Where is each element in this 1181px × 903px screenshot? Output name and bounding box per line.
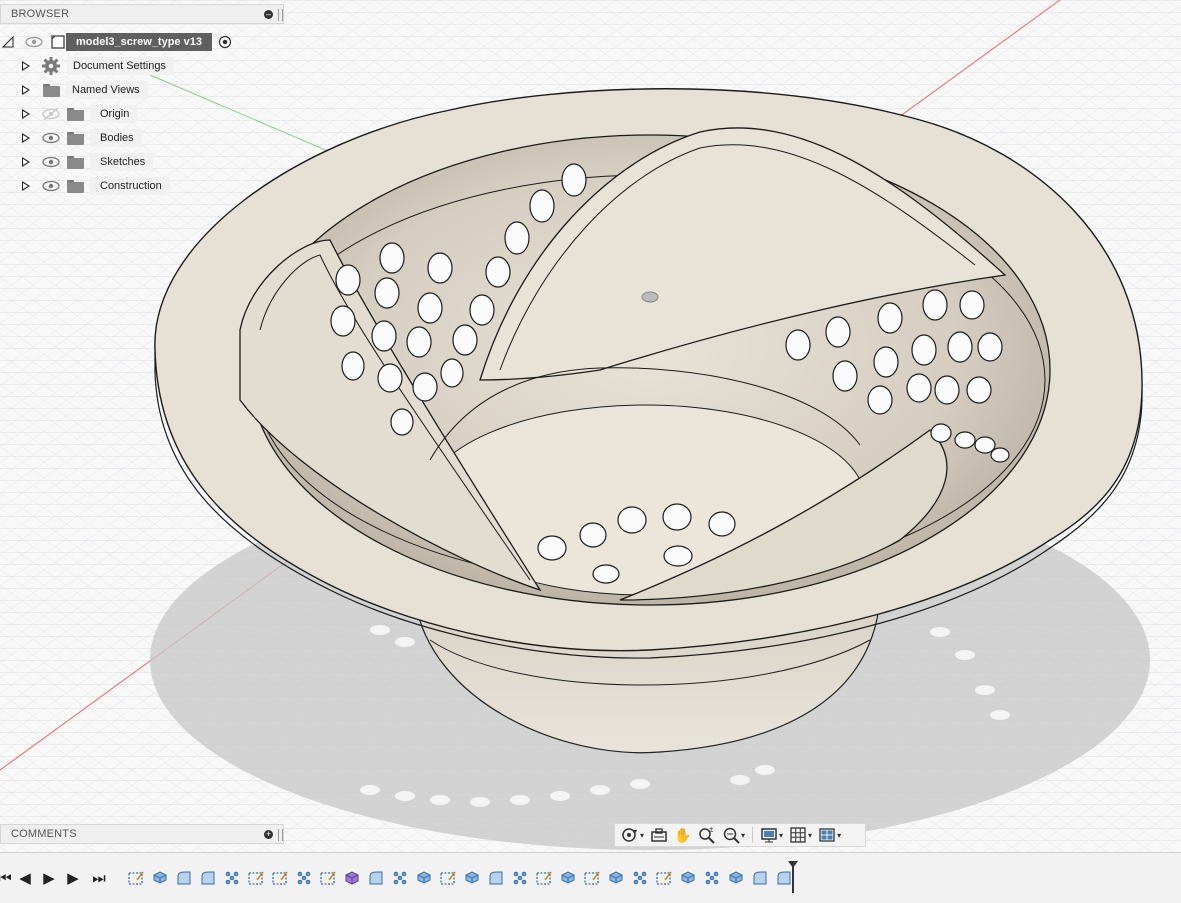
tree-item-label: Named Views (66, 81, 148, 99)
fit-icon[interactable] (720, 826, 742, 844)
go-to-start-icon[interactable]: ⏮ (0, 870, 14, 888)
folder-icon (67, 179, 84, 193)
sketch-feature-icon[interactable] (584, 870, 600, 886)
zoom-icon[interactable]: ± (696, 826, 718, 844)
sketch-feature-icon[interactable] (320, 870, 336, 886)
sketch-feature-icon[interactable] (536, 870, 552, 886)
pattern-feature-icon[interactable] (392, 870, 408, 886)
expand-triangle-icon[interactable] (22, 61, 30, 71)
eye-icon[interactable] (41, 179, 61, 193)
extrude-feature-icon[interactable] (728, 870, 744, 886)
origin-marker[interactable] (641, 291, 659, 303)
viewports-icon[interactable] (816, 826, 838, 844)
svg-text:±: ± (709, 826, 714, 834)
panel-grip-icon[interactable] (278, 829, 283, 841)
tree-item-sketches[interactable]: Sketches (22, 152, 154, 172)
fillet-feature-icon[interactable] (368, 870, 384, 886)
extrude-feature-icon[interactable] (464, 870, 480, 886)
fillet-feature-icon[interactable] (176, 870, 192, 886)
sketch-feature-icon[interactable] (440, 870, 456, 886)
tree-item-label: Document Settings (67, 57, 174, 75)
sketch-feature-icon[interactable] (656, 870, 672, 886)
toolbar-divider (752, 827, 754, 843)
expand-triangle-icon[interactable] (22, 85, 30, 95)
comments-panel-header[interactable]: COMMENTS + (0, 824, 284, 844)
sketch-feature-icon[interactable] (248, 870, 264, 886)
chevron-down-icon[interactable]: ▾ (808, 831, 812, 840)
folder-icon (43, 83, 60, 97)
box-feature-icon[interactable] (344, 870, 360, 886)
model-canvas[interactable] (0, 0, 1181, 852)
pattern-feature-icon[interactable] (296, 870, 312, 886)
sketch-feature-icon[interactable] (128, 870, 144, 886)
look-at-icon[interactable] (648, 826, 670, 844)
display-settings-icon[interactable] (758, 826, 780, 844)
go-to-end-icon[interactable]: ⏭ (90, 870, 108, 888)
folder-icon (67, 107, 84, 121)
eye-icon[interactable] (24, 36, 44, 48)
chevron-down-icon[interactable]: ▾ (779, 831, 783, 840)
tree-item-label: Origin (90, 105, 138, 123)
navigation-toolbar: ▾ ✋ ± ▾ ▾ ▾ ▾ (614, 823, 866, 847)
grid-settings-icon[interactable] (787, 826, 809, 844)
gear-icon (42, 57, 60, 75)
chevron-down-icon[interactable]: ▾ (640, 831, 644, 840)
tree-item-construction[interactable]: Construction (22, 176, 170, 196)
root-component-label[interactable]: model3_screw_type v13 (66, 33, 212, 51)
step-back-icon[interactable]: ◀ (16, 870, 34, 888)
folder-icon (67, 131, 84, 145)
fillet-feature-icon[interactable] (752, 870, 768, 886)
tree-item-label: Sketches (90, 153, 154, 171)
tree-item-bodies[interactable]: Bodies (22, 128, 142, 148)
eye-icon[interactable] (41, 155, 61, 169)
pan-icon[interactable]: ✋ (672, 826, 694, 844)
extrude-feature-icon[interactable] (680, 870, 696, 886)
browser-panel-header[interactable]: BROWSER – (0, 4, 284, 24)
fillet-feature-icon[interactable] (200, 870, 216, 886)
tree-item-named-views[interactable]: Named Views (22, 80, 148, 100)
expand-triangle-icon[interactable] (22, 181, 30, 191)
collapse-triangle-icon[interactable] (2, 36, 14, 48)
orbit-icon[interactable] (619, 826, 641, 844)
tree-item-document-settings[interactable]: Document Settings (22, 56, 174, 76)
chevron-down-icon[interactable]: ▾ (837, 831, 841, 840)
pattern-feature-icon[interactable] (224, 870, 240, 886)
extrude-feature-icon[interactable] (560, 870, 576, 886)
fillet-feature-icon[interactable] (488, 870, 504, 886)
expand-triangle-icon[interactable] (22, 157, 30, 167)
panel-grip-icon[interactable] (278, 9, 283, 21)
pattern-feature-icon[interactable] (512, 870, 528, 886)
extrude-feature-icon[interactable] (608, 870, 624, 886)
browser-root-node[interactable]: model3_screw_type v13 (2, 32, 232, 52)
timeline-bar: ⏮ ◀ ▶ ▶ ⏭ (0, 852, 1181, 903)
3d-viewport[interactable] (0, 0, 1181, 852)
collapse-panel-icon[interactable]: – (264, 10, 273, 19)
folder-icon (67, 155, 84, 169)
tree-item-origin[interactable]: Origin (22, 104, 138, 124)
extrude-feature-icon[interactable] (416, 870, 432, 886)
chevron-down-icon[interactable]: ▾ (741, 831, 745, 840)
comments-title: COMMENTS (11, 828, 77, 840)
component-icon (51, 35, 65, 49)
add-comment-icon[interactable]: + (264, 830, 273, 839)
tree-item-label: Construction (90, 177, 170, 195)
activate-radio-icon[interactable] (218, 35, 232, 49)
extrude-feature-icon[interactable] (152, 870, 168, 886)
eye-hidden-icon[interactable] (41, 107, 61, 121)
tree-item-label: Bodies (90, 129, 142, 147)
expand-triangle-icon[interactable] (22, 133, 30, 143)
pattern-feature-icon[interactable] (632, 870, 648, 886)
fillet-feature-icon[interactable] (776, 870, 792, 886)
browser-title: BROWSER (11, 8, 70, 20)
sketch-feature-icon[interactable] (272, 870, 288, 886)
timeline-marker[interactable] (788, 861, 798, 893)
step-forward-icon[interactable]: ▶ (64, 870, 82, 888)
expand-triangle-icon[interactable] (22, 109, 30, 119)
play-icon[interactable]: ▶ (40, 870, 58, 888)
eye-icon[interactable] (41, 131, 61, 145)
pattern-feature-icon[interactable] (704, 870, 720, 886)
